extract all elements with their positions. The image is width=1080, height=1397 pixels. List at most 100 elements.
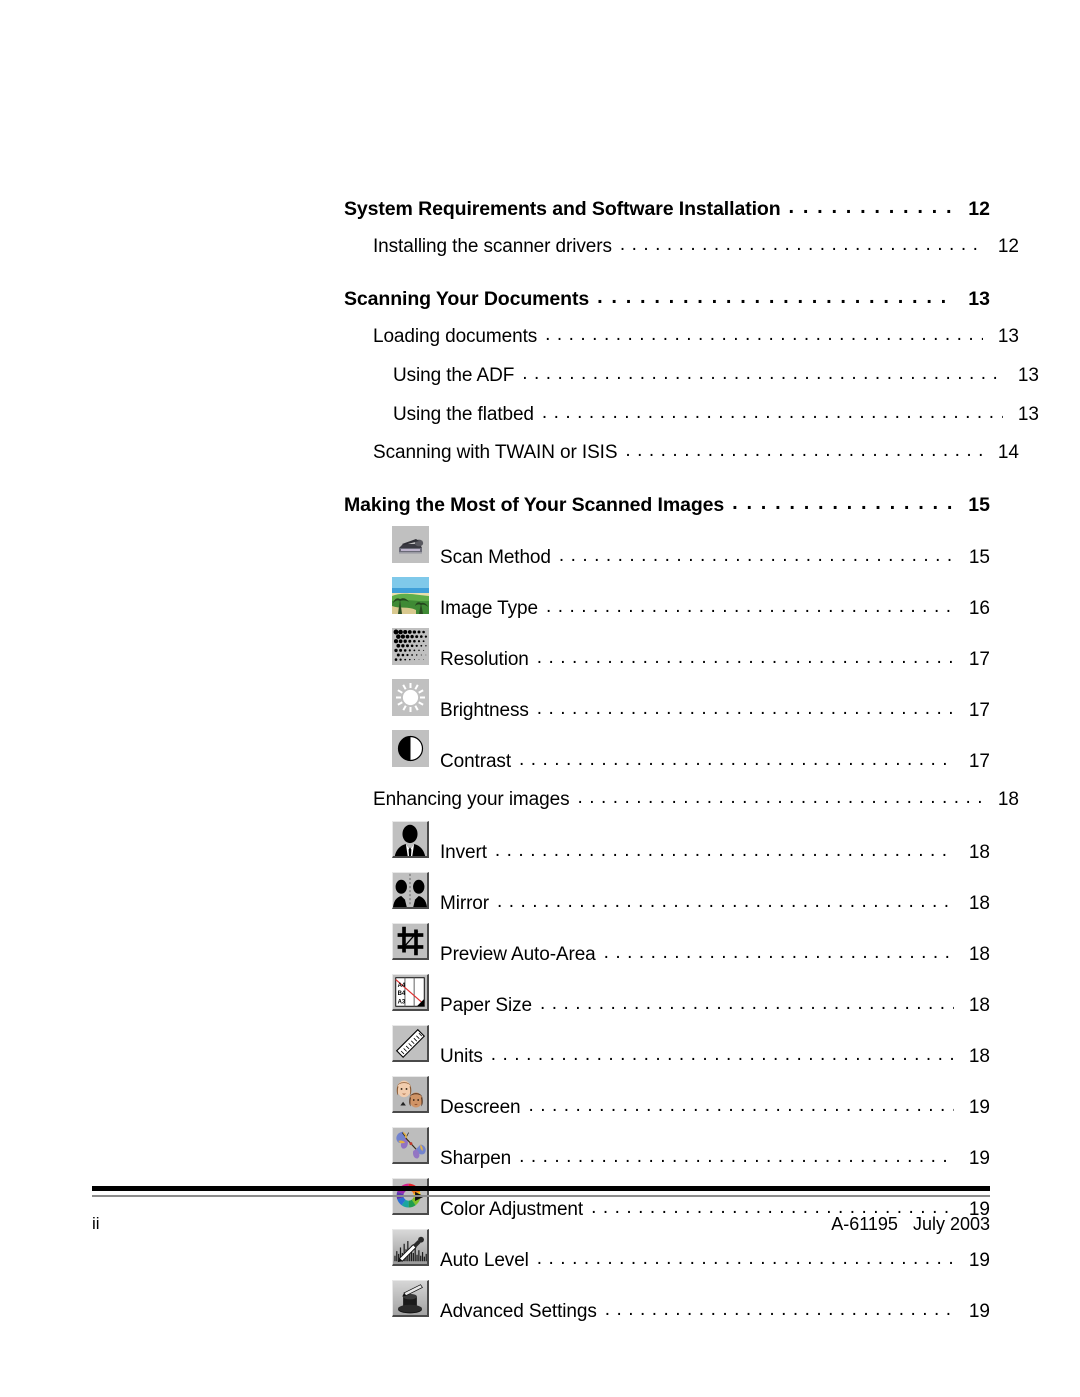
- toc-entry-label: Installing the scanner drivers: [373, 236, 612, 257]
- toc-entry[interactable]: System Requirements and Software Install…: [344, 196, 990, 222]
- toc-entry[interactable]: Scanning Your Documents 13: [344, 286, 990, 312]
- toc-leader-dots: [625, 446, 983, 466]
- toc-leader-dots: [491, 1050, 954, 1070]
- toc-entry-label: Loading documents: [373, 326, 538, 347]
- ruler-icon: [392, 1025, 429, 1062]
- toc-entry[interactable]: Using the flatbed 13: [344, 402, 1039, 428]
- half-circle-icon: [392, 730, 429, 767]
- toc-entry-icon-slot: [392, 526, 436, 563]
- table-of-contents: System Requirements and Software Install…: [344, 196, 1039, 1325]
- toc-leader-dots: [620, 240, 983, 260]
- toc-entry-icon-slot: A4 B4 A3: [392, 974, 436, 1011]
- toc-entry-icon-slot: [392, 1127, 436, 1164]
- toc-entry-icon-slot: [392, 1025, 436, 1062]
- sun-icon: [392, 679, 429, 716]
- silhouette-bust-icon: [392, 821, 429, 858]
- toc-entry[interactable]: Loading documents 13: [344, 324, 1019, 350]
- toc-entry-page-number: 18: [968, 995, 990, 1016]
- toc-entry-page-number: 13: [997, 326, 1019, 347]
- toc-entry[interactable]: Installing the scanner drivers 12: [344, 234, 1019, 260]
- toc-entry-label: Making the Most of Your Scanned Images: [344, 494, 725, 516]
- toc-entry-page-number: 15: [968, 547, 990, 568]
- toc-entry-icon-slot: [392, 730, 436, 767]
- toc-leader-dots: [537, 1254, 954, 1274]
- toc-entry-icon-slot: [392, 923, 436, 960]
- toc-leader-dots: [597, 292, 954, 312]
- toc-entry-page-number: 17: [968, 700, 990, 721]
- toc-entry-page-number: 13: [1017, 404, 1039, 425]
- toc-leader-dots: [519, 1152, 954, 1172]
- toc-entry-label: Units: [440, 1046, 483, 1067]
- toc-leader-dots: [545, 330, 983, 350]
- toc-entry-label: Resolution: [440, 649, 529, 670]
- toc-leader-dots: [577, 793, 983, 813]
- toc-entry[interactable]: Using the ADF 13: [344, 363, 1039, 389]
- toc-entry-page-number: 18: [968, 944, 990, 965]
- toc-entry-label: Mirror: [440, 893, 489, 914]
- svg-text:A3: A3: [398, 999, 406, 1005]
- toc-entry-label: Scanning Your Documents: [344, 288, 590, 310]
- toc-entry-page-number: 17: [968, 751, 990, 772]
- toc-entry-page-number: 14: [997, 442, 1019, 463]
- toc-entry[interactable]: Making the Most of Your Scanned Images 15: [344, 492, 990, 518]
- document-page: System Requirements and Software Install…: [0, 0, 1080, 1397]
- toc-entry-page-number: 18: [968, 842, 990, 863]
- toc-entry-page-number: 18: [968, 1046, 990, 1067]
- toc-entry[interactable]: Advanced Settings 19: [344, 1280, 990, 1325]
- toc-entry[interactable]: Sharpen 19: [344, 1127, 990, 1172]
- toc-entry-icon-slot: [392, 821, 436, 858]
- toc-leader-dots: [522, 369, 1003, 389]
- toc-leader-dots: [789, 202, 954, 222]
- scanner-icon: [392, 526, 429, 563]
- toc-entry[interactable]: A4 B4 A3 Paper Size 18: [344, 974, 990, 1019]
- toc-entry-label: Contrast: [440, 751, 512, 772]
- toc-entry[interactable]: Brightness 17: [344, 679, 990, 724]
- toc-entry[interactable]: Units 18: [344, 1025, 990, 1070]
- footer-rule-thick: [92, 1186, 990, 1191]
- toc-entry-page-number: 12: [968, 198, 990, 220]
- toc-entry-icon-slot: [392, 1280, 436, 1317]
- landscape-photo-icon: [392, 577, 429, 614]
- toc-entry-page-number: 18: [968, 893, 990, 914]
- toc-entry[interactable]: Resolution 17: [344, 628, 990, 673]
- toc-leader-dots: [497, 897, 954, 917]
- toc-leader-dots: [732, 498, 954, 518]
- toc-entry[interactable]: Mirror 18: [344, 872, 990, 917]
- toc-entry-label: Using the flatbed: [393, 404, 534, 425]
- toc-leader-dots: [605, 1305, 954, 1325]
- toc-entry[interactable]: Enhancing your images 18: [344, 787, 1019, 813]
- crop-tool-icon: [392, 923, 429, 960]
- toc-leader-dots: [542, 408, 1003, 428]
- toc-entry[interactable]: Invert 18: [344, 821, 990, 866]
- toc-entry-label: Paper Size: [440, 995, 532, 1016]
- footer-reference: A-61195 July 2003: [831, 1214, 990, 1234]
- toc-entry-icon-slot: [392, 679, 436, 716]
- toc-entry-label: Advanced Settings: [440, 1301, 597, 1322]
- toc-entry-page-number: 19: [968, 1301, 990, 1322]
- svg-text:A4: A4: [398, 983, 406, 989]
- toc-entry[interactable]: Scan Method 15: [344, 526, 990, 571]
- toc-entry-page-number: 19: [968, 1148, 990, 1169]
- toc-entry[interactable]: Image Type 16: [344, 577, 990, 622]
- toc-entry[interactable]: Preview Auto-Area 18: [344, 923, 990, 968]
- toc-entry-icon-slot: [392, 628, 436, 665]
- toc-entry-page-number: 13: [968, 288, 990, 310]
- toc-entry-label: Enhancing your images: [373, 789, 570, 810]
- toc-entry[interactable]: Contrast 17: [344, 730, 990, 775]
- toc-entry[interactable]: Scanning with TWAIN or ISIS 14: [344, 440, 1019, 466]
- magic-hat-icon: [392, 1280, 429, 1317]
- toc-entry-icon-slot: [392, 1076, 436, 1113]
- two-faces-icon: [392, 1076, 429, 1113]
- toc-entry-page-number: 18: [997, 789, 1019, 810]
- page-number: ii: [92, 1214, 100, 1233]
- butterfly-icon: [392, 1127, 429, 1164]
- toc-leader-dots: [540, 999, 954, 1019]
- toc-entry-page-number: 19: [968, 1097, 990, 1118]
- paper-sizes-icon: A4 B4 A3: [392, 974, 429, 1011]
- toc-entry-label: Color Adjustment: [440, 1199, 584, 1220]
- toc-entry-label: Sharpen: [440, 1148, 512, 1169]
- toc-leader-dots: [519, 755, 954, 775]
- toc-entry[interactable]: Descreen 19: [344, 1076, 990, 1121]
- mirrored-busts-icon: [392, 872, 429, 909]
- toc-entry[interactable]: Auto Level 19: [344, 1229, 990, 1274]
